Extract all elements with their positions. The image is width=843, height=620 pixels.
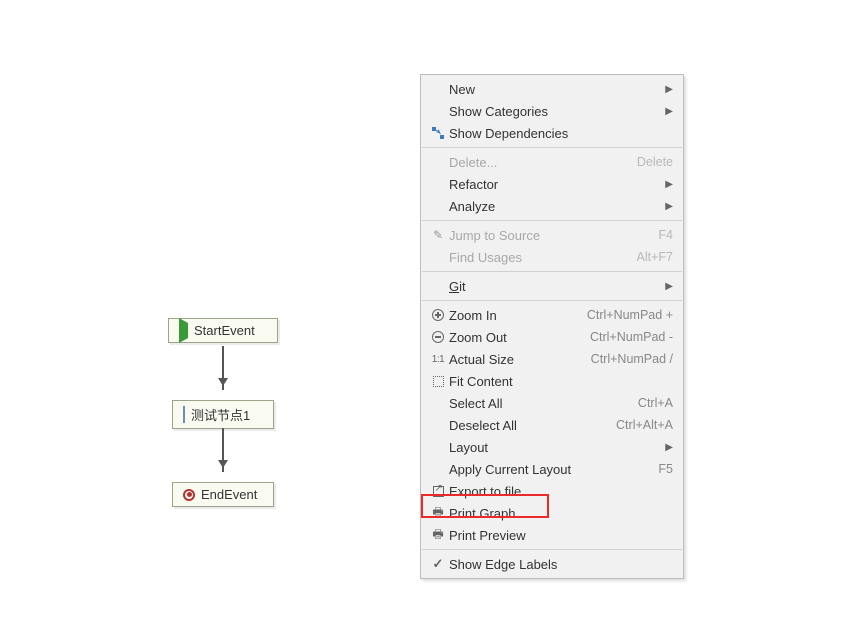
menu-shortcut: Ctrl+NumPad / bbox=[591, 352, 673, 366]
menu-label: Apply Current Layout bbox=[449, 462, 658, 477]
menu-label: Zoom Out bbox=[449, 330, 590, 345]
menu-label: Git bbox=[449, 279, 661, 294]
end-icon bbox=[183, 489, 195, 501]
menu-export-to-file[interactable]: Export to file bbox=[421, 480, 683, 502]
edge-arrow bbox=[222, 346, 224, 390]
dependencies-icon bbox=[427, 127, 449, 139]
node-end-event[interactable]: EndEvent bbox=[172, 482, 274, 507]
menu-label: Show Categories bbox=[449, 104, 661, 119]
menu-print-preview[interactable]: 🖶 Print Preview bbox=[421, 524, 683, 546]
context-menu: New ▶ Show Categories ▶ Show Dependencie… bbox=[420, 74, 684, 579]
menu-jump-to-source: ✎ Jump to Source F4 bbox=[421, 224, 683, 246]
chevron-right-icon: ▶ bbox=[665, 106, 673, 117]
edge-arrow bbox=[222, 428, 224, 472]
menu-analyze[interactable]: Analyze ▶ bbox=[421, 195, 683, 217]
menu-show-categories[interactable]: Show Categories ▶ bbox=[421, 100, 683, 122]
node-test[interactable]: 测试节点1 bbox=[172, 400, 274, 429]
menu-label: Print Graph bbox=[449, 506, 673, 521]
menu-label: Refactor bbox=[449, 177, 661, 192]
menu-delete: Delete... Delete bbox=[421, 151, 683, 173]
menu-print-graph[interactable]: 🖶 Print Graph bbox=[421, 502, 683, 524]
fit-content-icon bbox=[427, 376, 449, 387]
menu-label: Delete... bbox=[449, 155, 637, 170]
menu-actual-size[interactable]: 1:1 Actual Size Ctrl+NumPad / bbox=[421, 348, 683, 370]
menu-label: Show Dependencies bbox=[449, 126, 673, 141]
menu-label: Analyze bbox=[449, 199, 661, 214]
menu-separator bbox=[422, 271, 682, 272]
export-icon bbox=[427, 486, 449, 497]
menu-shortcut: Alt+F7 bbox=[637, 250, 673, 264]
chevron-right-icon: ▶ bbox=[665, 281, 673, 292]
chevron-right-icon: ▶ bbox=[665, 179, 673, 190]
menu-shortcut: Ctrl+NumPad - bbox=[590, 330, 673, 344]
menu-find-usages: Find Usages Alt+F7 bbox=[421, 246, 683, 268]
menu-label: Deselect All bbox=[449, 418, 616, 433]
actual-size-icon: 1:1 bbox=[427, 354, 449, 365]
menu-shortcut: F4 bbox=[658, 228, 673, 242]
menu-label: Find Usages bbox=[449, 250, 637, 265]
menu-label: Jump to Source bbox=[449, 228, 658, 243]
menu-git[interactable]: Git ▶ bbox=[421, 275, 683, 297]
menu-label: New bbox=[449, 82, 661, 97]
chevron-right-icon: ▶ bbox=[665, 442, 673, 453]
menu-new[interactable]: New ▶ bbox=[421, 78, 683, 100]
menu-shortcut: Ctrl+A bbox=[638, 396, 673, 410]
menu-shortcut: Ctrl+NumPad + bbox=[587, 308, 673, 322]
menu-label: Print Preview bbox=[449, 528, 673, 543]
menu-separator bbox=[422, 147, 682, 148]
print-icon: 🖶 bbox=[427, 503, 449, 524]
menu-label: Select All bbox=[449, 396, 638, 411]
menu-zoom-out[interactable]: Zoom Out Ctrl+NumPad - bbox=[421, 326, 683, 348]
node-start-event[interactable]: StartEvent bbox=[168, 318, 278, 343]
menu-apply-current-layout[interactable]: Apply Current Layout F5 bbox=[421, 458, 683, 480]
menu-label: Show Edge Labels bbox=[449, 557, 673, 572]
menu-shortcut: Delete bbox=[637, 155, 673, 169]
check-icon: ✓ bbox=[427, 556, 449, 572]
node-label: 测试节点1 bbox=[191, 405, 250, 424]
menu-layout[interactable]: Layout ▶ bbox=[421, 436, 683, 458]
menu-refactor[interactable]: Refactor ▶ bbox=[421, 173, 683, 195]
chevron-right-icon: ▶ bbox=[665, 84, 673, 95]
menu-show-edge-labels[interactable]: ✓ Show Edge Labels bbox=[421, 553, 683, 575]
chevron-right-icon: ▶ bbox=[665, 201, 673, 212]
menu-label: Layout bbox=[449, 440, 661, 455]
menu-label: Fit Content bbox=[449, 374, 673, 389]
menu-fit-content[interactable]: Fit Content bbox=[421, 370, 683, 392]
zoom-in-icon bbox=[427, 309, 449, 321]
menu-label: Export to file bbox=[449, 484, 673, 499]
menu-label: Zoom In bbox=[449, 308, 587, 323]
menu-deselect-all[interactable]: Deselect All Ctrl+Alt+A bbox=[421, 414, 683, 436]
pencil-icon: ✎ bbox=[427, 228, 449, 242]
node-label: EndEvent bbox=[201, 487, 257, 502]
zoom-out-icon bbox=[427, 331, 449, 343]
menu-shortcut: Ctrl+Alt+A bbox=[616, 418, 673, 432]
node-label: StartEvent bbox=[194, 323, 255, 338]
print-preview-icon: 🖶 bbox=[427, 525, 449, 546]
menu-zoom-in[interactable]: Zoom In Ctrl+NumPad + bbox=[421, 304, 683, 326]
menu-show-dependencies[interactable]: Show Dependencies bbox=[421, 122, 683, 144]
menu-separator bbox=[422, 549, 682, 550]
play-icon bbox=[179, 323, 188, 338]
menu-shortcut: F5 bbox=[658, 462, 673, 476]
menu-separator bbox=[422, 220, 682, 221]
menu-label: Actual Size bbox=[449, 352, 591, 367]
menu-select-all[interactable]: Select All Ctrl+A bbox=[421, 392, 683, 414]
task-icon bbox=[183, 407, 185, 422]
menu-separator bbox=[422, 300, 682, 301]
